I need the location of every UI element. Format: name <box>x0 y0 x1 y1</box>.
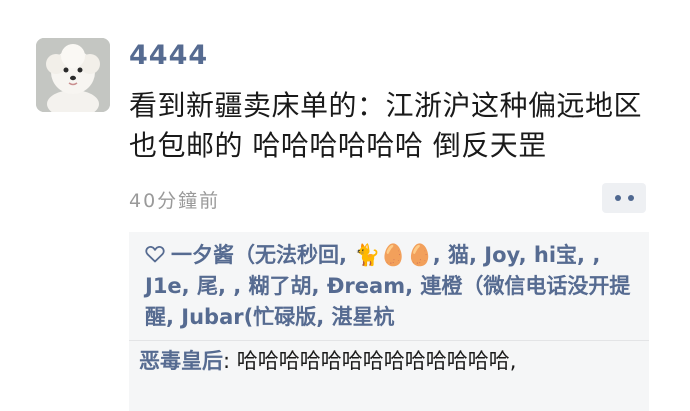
bichon-dog-avatar-icon <box>36 38 110 112</box>
likes-list: 一夕酱（无法秒回, 🐈🥚🥚, 猫, Joy, hi宝, , J1e, 尾, , … <box>145 240 641 333</box>
comment-text: 哈哈哈哈哈哈哈哈哈哈哈哈哈, <box>236 349 517 373</box>
heart-outline-icon <box>145 246 165 263</box>
comment-separator: : <box>223 349 237 373</box>
likes-comments-divider <box>129 340 649 341</box>
likes-names[interactable]: 一夕酱（无法秒回, 🐈🥚🥚, 猫, Joy, hi宝, , J1e, 尾, , … <box>145 243 630 329</box>
interaction-box: 一夕酱（无法秒回, 🐈🥚🥚, 猫, Joy, hi宝, , J1e, 尾, , … <box>129 232 649 411</box>
avatar[interactable] <box>36 38 110 112</box>
more-dots-icon <box>614 195 621 201</box>
more-button[interactable] <box>602 183 646 213</box>
comment-item[interactable]: 恶毒皇后: 哈哈哈哈哈哈哈哈哈哈哈哈哈, <box>139 346 639 377</box>
moments-post: 4444 看到新疆卖床单的：江浙沪这种偏远地区也包邮的 哈哈哈哈哈哈 倒反天罡 … <box>0 0 690 411</box>
post-text: 看到新疆卖床单的：江浙沪这种偏远地区也包邮的 哈哈哈哈哈哈 倒反天罡 <box>129 89 643 162</box>
more-dots-icon <box>627 195 634 201</box>
post-username[interactable]: 4444 <box>129 40 208 71</box>
post-timestamp: 40分鐘前 <box>129 190 221 212</box>
comment-author[interactable]: 恶毒皇后 <box>139 349 223 373</box>
